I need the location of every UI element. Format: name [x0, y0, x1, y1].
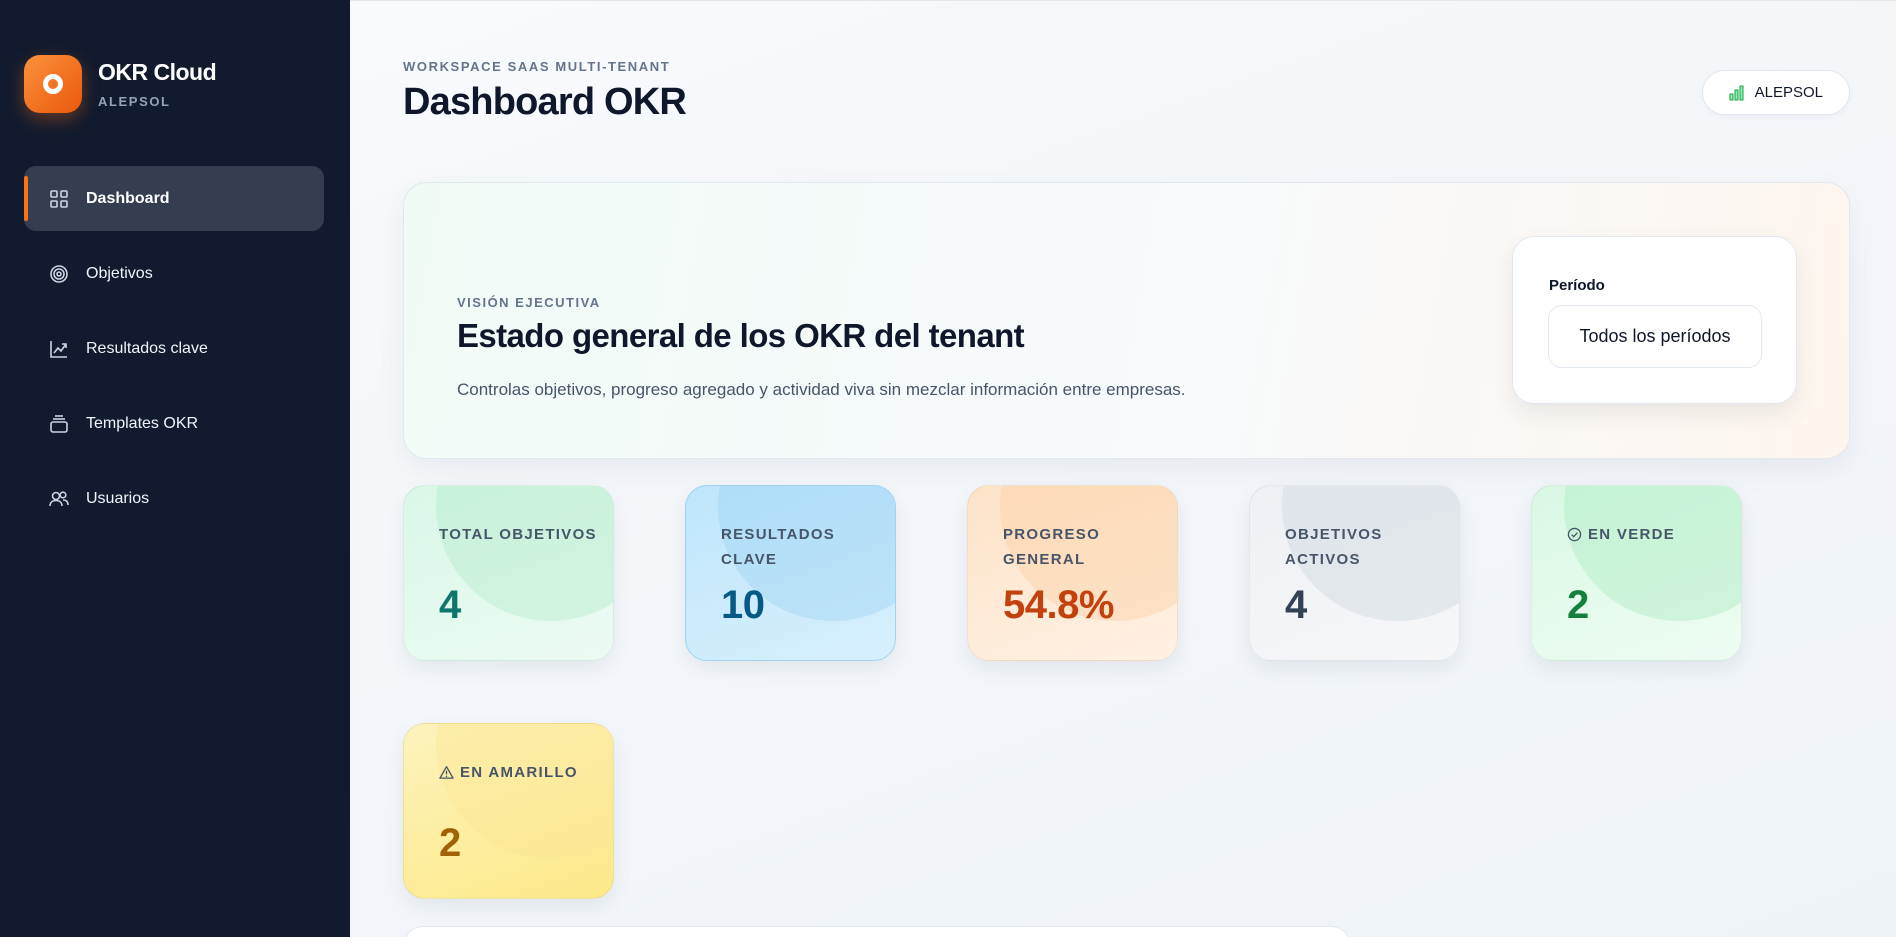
sidebar-item-label: Usuarios — [86, 489, 150, 507]
tenant-badge-button[interactable]: ALEPSOL — [1701, 70, 1850, 115]
sidebar-item-label: Objetivos — [86, 264, 153, 282]
stat-label: OBJETIVOS ACTIVOS — [1285, 526, 1383, 568]
period-filter-card: Período Todos los períodos — [1512, 236, 1797, 404]
users-icon — [48, 488, 70, 510]
page-title: Dashboard OKR — [403, 81, 687, 123]
sidebar-item-usuarios[interactable]: Usuarios — [24, 466, 324, 531]
stat-label: TOTAL OBJETIVOS — [439, 526, 597, 543]
stat-value: 10 — [721, 583, 765, 627]
sidebar: OKR Cloud ALEPSOL Dashboard Objetivos Re… — [0, 0, 350, 937]
executive-overview-card: VISIÓN EJECUTIVA Estado general de los O… — [403, 182, 1850, 459]
stat-card-objetivos-activos: OBJETIVOS ACTIVOS 4 — [1249, 485, 1460, 661]
stat-value: 2 — [1567, 583, 1589, 627]
brand-logo-icon — [24, 55, 82, 113]
stat-value: 54.8% — [1003, 583, 1114, 627]
sidebar-item-label: Dashboard — [86, 189, 170, 207]
hero-title: Estado general de los OKR del tenant — [457, 317, 1025, 354]
sidebar-item-templates-okr[interactable]: Templates OKR — [24, 391, 324, 456]
sidebar-item-dashboard[interactable]: Dashboard — [24, 166, 324, 231]
stat-value: 4 — [1285, 583, 1307, 627]
stat-label: RESULTADOS CLAVE — [721, 526, 836, 568]
stat-label: EN VERDE — [1567, 522, 1727, 547]
stat-label: PROGRESO GENERAL — [1003, 526, 1101, 568]
layers-icon — [48, 413, 70, 435]
brand[interactable]: OKR Cloud ALEPSOL — [24, 55, 217, 113]
period-label: Período — [1549, 277, 1605, 294]
main-content: WORKSPACE SAAS MULTI-TENANT Dashboard OK… — [350, 0, 1896, 937]
grid-icon — [48, 188, 70, 210]
brand-name: OKR Cloud — [98, 59, 217, 85]
brand-tenant: ALEPSOL — [98, 94, 171, 109]
sidebar-item-label: Templates OKR — [86, 414, 199, 432]
building-chart-icon — [1729, 85, 1744, 100]
stat-card-resultados-clave: RESULTADOS CLAVE 10 — [685, 485, 896, 661]
check-circle-icon — [1567, 527, 1582, 542]
tenant-badge-label: ALEPSOL — [1754, 84, 1823, 101]
sidebar-nav: Dashboard Objetivos Resultados clave Tem… — [24, 166, 324, 541]
period-select[interactable]: Todos los períodos — [1548, 305, 1762, 368]
stat-label-text: EN AMARILLO — [460, 764, 578, 781]
brand-text: OKR Cloud ALEPSOL — [98, 59, 217, 109]
stat-value: 2 — [439, 821, 461, 865]
stat-label: EN AMARILLO — [439, 760, 599, 785]
sidebar-item-resultados-clave[interactable]: Resultados clave — [24, 316, 324, 381]
stat-value: 4 — [439, 583, 461, 627]
page-eyebrow: WORKSPACE SAAS MULTI-TENANT — [403, 59, 671, 74]
stat-card-en-amarillo: EN AMARILLO 2 — [403, 723, 614, 899]
target-icon — [48, 263, 70, 285]
sidebar-item-objetivos[interactable]: Objetivos — [24, 241, 324, 306]
stat-label-text: EN VERDE — [1588, 526, 1676, 543]
stat-card-en-verde: EN VERDE 2 — [1531, 485, 1742, 661]
stat-card-progreso-general: PROGRESO GENERAL 54.8% — [967, 485, 1178, 661]
next-section-card — [403, 926, 1351, 937]
stat-card-total-objetivos: TOTAL OBJETIVOS 4 — [403, 485, 614, 661]
hero-description: Controlas objetivos, progreso agregado y… — [457, 380, 1186, 399]
trend-chart-icon — [48, 338, 70, 360]
sidebar-item-label: Resultados clave — [86, 339, 208, 357]
hero-eyebrow: VISIÓN EJECUTIVA — [457, 295, 601, 310]
warning-icon — [439, 766, 454, 779]
